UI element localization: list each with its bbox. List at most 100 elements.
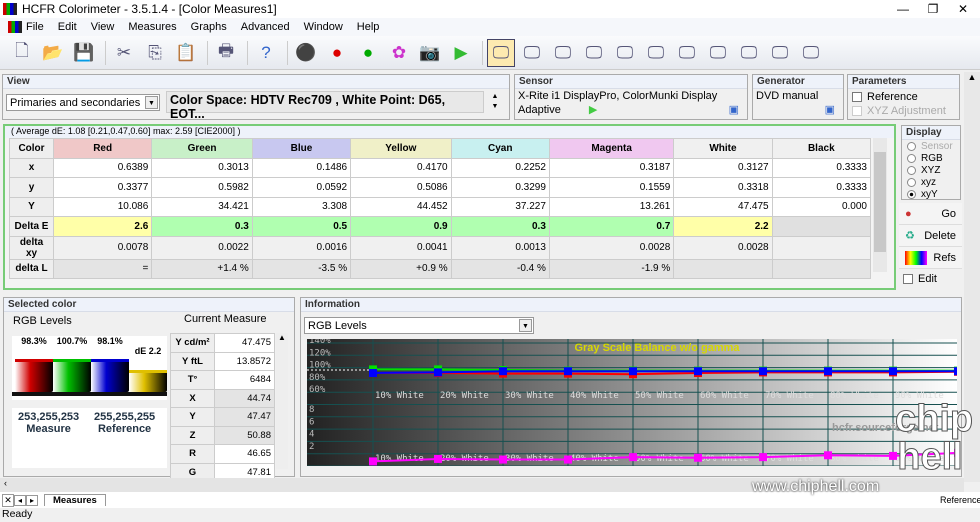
table-cell[interactable]: +0.9 %	[350, 258, 452, 279]
table-cell[interactable]: 2.2	[673, 216, 773, 237]
measures-view-icon[interactable]: 🖵	[487, 38, 515, 67]
table-cell[interactable]: 10.086	[52, 196, 153, 217]
graph-4-icon[interactable]: 🖵	[611, 39, 639, 67]
graph-9-icon[interactable]: 🖵	[766, 39, 794, 67]
edit-checkbox[interactable]: Edit	[899, 273, 962, 285]
colorspace-spinner[interactable]: ▲ ▼	[488, 92, 502, 112]
copy-icon[interactable]: ⎘	[141, 39, 169, 67]
delete-button[interactable]: ♻ Delete	[899, 225, 962, 247]
cut-icon[interactable]: ✂	[110, 39, 138, 67]
menu-advanced[interactable]: Advanced	[241, 21, 290, 33]
table-cell[interactable]: 37.227	[450, 196, 550, 217]
display-option-xyz[interactable]: XYZ	[902, 164, 960, 176]
menu-file[interactable]: File	[26, 21, 44, 33]
information-select[interactable]: RGB Levels ▼	[304, 317, 534, 334]
graph-8-icon[interactable]: 🖵	[735, 39, 763, 67]
table-cell[interactable]: +1.4 %	[151, 258, 253, 279]
menu-app-icon[interactable]	[8, 21, 22, 33]
paste-icon[interactable]: 📋	[172, 39, 200, 67]
table-cell[interactable]: 47.475	[673, 196, 773, 217]
graph-6-icon[interactable]: 🖵	[673, 39, 701, 67]
close-tab-icon[interactable]: ✕	[2, 493, 14, 507]
table-cell[interactable]: 0.3	[151, 216, 253, 237]
menu-edit[interactable]: Edit	[58, 21, 77, 33]
table-cell[interactable]: 0.0028	[548, 235, 675, 260]
graph-2-icon[interactable]: 🖵	[549, 39, 577, 67]
minimize-button[interactable]: —	[888, 0, 918, 18]
table-cell[interactable]: 0.0028	[673, 235, 773, 260]
table-cell[interactable]: 0.3318	[673, 177, 773, 198]
table-cell[interactable]: 0.1486	[251, 157, 352, 178]
maximize-button[interactable]: ❐	[918, 0, 948, 18]
table-cell[interactable]: 0.5982	[151, 177, 253, 198]
graph-7-icon[interactable]: 🖵	[704, 39, 732, 67]
display-option-sensor[interactable]: Sensor	[902, 140, 960, 152]
menu-help[interactable]: Help	[357, 21, 380, 33]
table-cell[interactable]: 0.000	[771, 196, 872, 217]
secondaries-icon[interactable]: ●	[354, 39, 382, 67]
saturation-icon[interactable]: ✿	[385, 39, 413, 67]
table-cell[interactable]: 0.5	[251, 216, 352, 237]
generator-config-icon[interactable]: ▣	[825, 103, 835, 116]
table-cell[interactable]: 0.3127	[673, 157, 773, 178]
table-cell[interactable]: 0.6389	[52, 157, 153, 178]
table-cell[interactable]: 0.3333	[771, 157, 872, 178]
table-cell[interactable]	[771, 258, 872, 279]
table-cell[interactable]: 0.3299	[450, 177, 550, 198]
column-header-blue[interactable]: Blue	[251, 138, 352, 159]
play-icon[interactable]: ▶	[589, 104, 597, 116]
table-cell[interactable]	[771, 216, 872, 237]
menu-view[interactable]: View	[91, 21, 115, 33]
gray-scale-icon[interactable]: ⚫	[292, 39, 320, 67]
display-option-rgb[interactable]: RGB	[902, 152, 960, 164]
camera-icon[interactable]: 📷	[416, 39, 444, 67]
table-cell[interactable]: 2.6	[52, 216, 153, 237]
column-header-cyan[interactable]: Cyan	[450, 138, 550, 159]
table-cell[interactable]: 0.7	[548, 216, 675, 237]
table-cell[interactable]: 0.4170	[350, 157, 452, 178]
view-mode-select[interactable]: Primaries and secondaries ▼	[6, 94, 160, 111]
table-cell[interactable]: 0.5086	[350, 177, 452, 198]
column-header-green[interactable]: Green	[151, 138, 253, 159]
table-cell[interactable]: -1.9 %	[548, 258, 675, 279]
table-cell[interactable]: 0.0078	[52, 235, 153, 260]
table-cell[interactable]: 0.0022	[151, 235, 253, 260]
graph-5-icon[interactable]: 🖵	[642, 39, 670, 67]
menu-graphs[interactable]: Graphs	[191, 21, 227, 33]
close-button[interactable]: ✕	[948, 0, 978, 18]
table-cell[interactable]: -0.4 %	[450, 258, 550, 279]
go-button[interactable]: ● Go	[899, 203, 962, 225]
primaries-icon[interactable]: ●	[323, 39, 351, 67]
column-header-red[interactable]: Red	[52, 138, 153, 159]
column-header-black[interactable]: Black	[771, 138, 872, 159]
column-header-magenta[interactable]: Magenta	[548, 138, 675, 159]
table-cell[interactable]: 0.2252	[450, 157, 550, 178]
display-option-xyz[interactable]: xyz	[902, 176, 960, 188]
table-cell[interactable]: -3.5 %	[251, 258, 352, 279]
table-cell[interactable]: 0.1559	[548, 177, 675, 198]
table-cell[interactable]	[771, 235, 872, 260]
table-cell[interactable]: 0.0592	[251, 177, 352, 198]
reference-checkbox[interactable]: Reference	[848, 89, 959, 105]
table-cell[interactable]: 0.0041	[350, 235, 452, 260]
table-cell[interactable]: 0.0013	[450, 235, 550, 260]
graph-1-icon[interactable]: 🖵	[518, 39, 546, 67]
menu-window[interactable]: Window	[304, 21, 343, 33]
display-option-xyy[interactable]: xyY	[902, 188, 960, 200]
sensor-config-icon[interactable]: ▣	[729, 103, 739, 116]
table-cell[interactable]: 0.3377	[52, 177, 153, 198]
graph-3-icon[interactable]: 🖵	[580, 39, 608, 67]
menu-measures[interactable]: Measures	[128, 21, 176, 33]
column-header-white[interactable]: White	[673, 138, 773, 159]
save-icon[interactable]: 💾	[70, 39, 98, 67]
table-cell[interactable]: 0.3187	[548, 157, 675, 178]
table-cell[interactable]: 34.421	[151, 196, 253, 217]
table-cell[interactable]: =	[52, 258, 153, 279]
tab-prev-icon[interactable]: ◂	[14, 494, 26, 506]
table-scrollbar[interactable]	[873, 138, 887, 272]
table-cell[interactable]: 0.3333	[771, 177, 872, 198]
table-cell[interactable]: 13.261	[548, 196, 675, 217]
table-cell[interactable]	[673, 258, 773, 279]
table-cell[interactable]: 0.3	[450, 216, 550, 237]
open-icon[interactable]: 📂	[39, 39, 67, 67]
